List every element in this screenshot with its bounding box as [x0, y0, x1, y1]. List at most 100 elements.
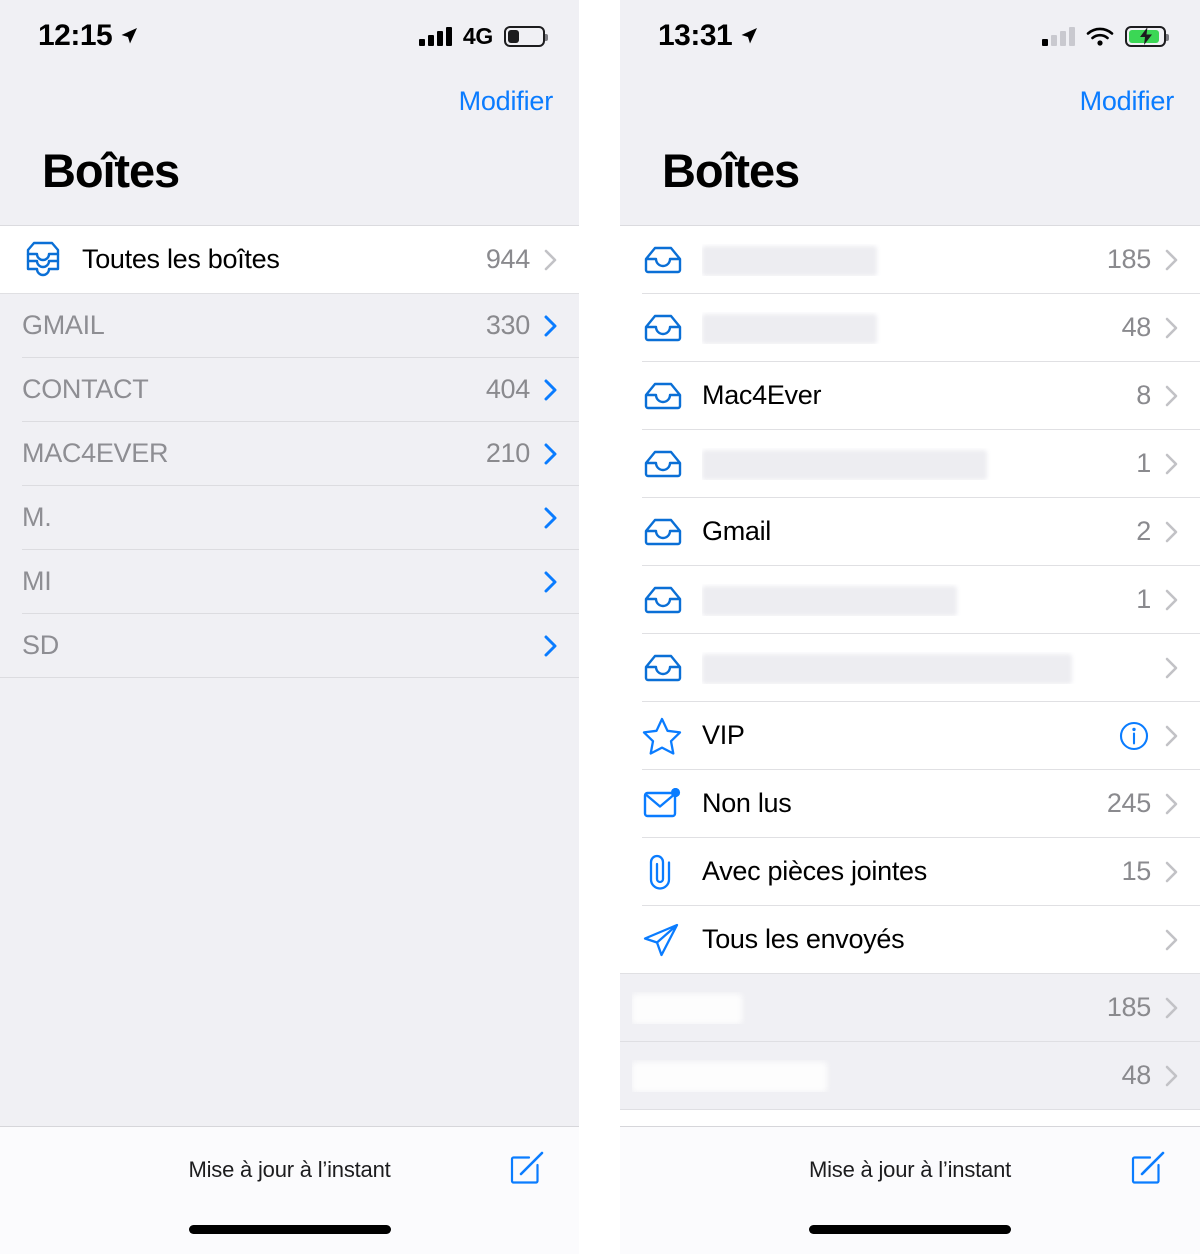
network-type-label: 4G [462, 22, 493, 49]
chevron-right-icon [544, 635, 557, 657]
paper-plane-icon [642, 922, 688, 958]
list-item-label: Avec pièces jointes [702, 856, 927, 887]
star-icon [642, 717, 688, 755]
sync-status-text: Mise à jour à l’instant [188, 1157, 391, 1182]
chevron-right-icon [544, 571, 557, 593]
list-item-m[interactable]: M. [0, 486, 579, 550]
list-item-sent[interactable]: Tous les envoyés [620, 906, 1200, 974]
list-item-label: MI [22, 566, 52, 597]
chevron-right-icon [1165, 997, 1178, 1019]
status-bar-left: 12:15 [38, 19, 139, 53]
edit-button[interactable]: Modifier [1080, 86, 1175, 117]
chevron-right-icon [1165, 725, 1178, 747]
status-time: 13:31 [658, 19, 733, 52]
info-icon[interactable] [1119, 721, 1149, 751]
cellular-signal-icon [1042, 26, 1075, 46]
list-item-label [702, 652, 1151, 684]
chevron-right-icon [544, 443, 557, 465]
list-item-label: Gmail [702, 516, 772, 547]
list-item-count: 1 [1136, 584, 1151, 615]
list-item-account-redacted-1[interactable]: 185 [620, 974, 1200, 1042]
list-item-contact[interactable]: CONTACT 404 [0, 358, 579, 422]
accounts-section: 185 48 [620, 973, 1200, 1110]
chevron-right-icon [544, 379, 557, 401]
chevron-right-icon [1165, 793, 1178, 815]
compose-icon[interactable] [509, 1149, 545, 1185]
list-item-mailbox-redacted-5[interactable] [620, 634, 1200, 702]
list-item-mailbox-redacted-3[interactable]: 1 [620, 430, 1200, 498]
list-item-count: 48 [1121, 312, 1152, 343]
list-item-mac4ever[interactable]: MAC4EVER 210 [0, 422, 579, 486]
chevron-right-icon [1165, 861, 1178, 883]
list-item-label [702, 448, 1136, 480]
status-bar: 12:15 4G [0, 0, 579, 72]
toolbar: Mise à jour à l’instant [0, 1126, 579, 1254]
list-item-vip[interactable]: VIP [620, 702, 1200, 770]
list-item-account-redacted-2[interactable]: 48 [620, 1042, 1200, 1110]
list-item-mailbox-redacted-4[interactable]: 1 [620, 566, 1200, 634]
list-item-count: 330 [485, 310, 530, 341]
list-item-mac4ever[interactable]: Mac4Ever 8 [620, 362, 1200, 430]
list-item-count: 210 [485, 438, 530, 469]
chevron-right-icon [1165, 521, 1178, 543]
list-item-label [632, 1060, 1122, 1092]
inbox-icon [642, 517, 688, 547]
phone-screen-left: 12:15 4G Modifier Boîtes Toutes les boît… [0, 0, 579, 1254]
list-item-count: 245 [1106, 788, 1151, 819]
list-item-mailbox-redacted-2[interactable]: 48 [620, 294, 1200, 362]
nav-actions: Modifier [40, 72, 554, 130]
chevron-right-icon [544, 315, 557, 337]
list-item-sd[interactable]: SD [0, 614, 579, 678]
list-item-label: M. [22, 502, 52, 533]
status-bar: 13:31 [620, 0, 1200, 72]
list-item-count: 185 [1106, 244, 1151, 275]
chevron-right-icon [544, 249, 557, 271]
toolbar: Mise à jour à l’instant [620, 1126, 1200, 1254]
phone-screen-right: 13:31 Modifier Boîtes 185 48 Mac4Ever 8 … [620, 0, 1200, 1254]
edit-button[interactable]: Modifier [459, 86, 554, 117]
list-item-unread[interactable]: Non lus 245 [620, 770, 1200, 838]
mailbox-list: 185 48 Mac4Ever 8 1 Gmail 2 1 VIP Non lu… [620, 225, 1200, 1126]
compose-icon[interactable] [1130, 1149, 1166, 1185]
status-bar-left: 13:31 [658, 19, 759, 53]
inbox-icon [642, 313, 688, 343]
cellular-signal-icon [418, 26, 452, 46]
list-item-count: 2 [1136, 516, 1151, 547]
list-item-gmail[interactable]: Gmail 2 [620, 498, 1200, 566]
status-time: 12:15 [38, 19, 113, 52]
list-item-count: 1 [1136, 448, 1151, 479]
list-item-all-inboxes[interactable]: Toutes les boîtes 944 [0, 225, 579, 294]
home-indicator [188, 1225, 391, 1234]
page-title: Boîtes [662, 144, 800, 197]
list-item-count: 944 [485, 244, 530, 275]
home-indicator [809, 1225, 1011, 1234]
list-item-count: 48 [1121, 1060, 1152, 1091]
dual-screenshot-container: 12:15 4G Modifier Boîtes Toutes les boît… [0, 0, 1200, 1254]
status-bar-right [1042, 25, 1169, 47]
list-item-label [702, 584, 1136, 616]
unread-envelope-icon [642, 787, 688, 820]
list-item-attachments[interactable]: Avec pièces jointes 15 [620, 838, 1200, 906]
navigation-bar: Modifier Boîtes [620, 72, 1200, 225]
list-item-label: Non lus [702, 788, 792, 819]
list-item-gmail[interactable]: GMAIL 330 [0, 294, 579, 358]
nav-actions: Modifier [660, 72, 1175, 130]
list-item-count: 185 [1106, 992, 1151, 1023]
list-item-count: 8 [1136, 380, 1151, 411]
list-item-count: 404 [485, 374, 530, 405]
chevron-right-icon [1165, 249, 1178, 271]
list-item-label: SD [22, 630, 59, 661]
chevron-right-icon [544, 507, 557, 529]
screenshot-gutter [579, 0, 620, 1254]
battery-charging-icon [1125, 25, 1169, 47]
list-item-label: VIP [702, 720, 745, 751]
list-item-mi[interactable]: MI [0, 550, 579, 614]
list-item-label: Toutes les boîtes [82, 244, 280, 275]
inbox-icon [642, 381, 688, 411]
list-item-mailbox-redacted-1[interactable]: 185 [620, 226, 1200, 294]
chevron-right-icon [1165, 929, 1178, 951]
all-inboxes-icon [22, 241, 68, 279]
inbox-icon [642, 585, 688, 615]
list-item-label [702, 312, 1122, 344]
list-item-label: CONTACT [22, 374, 149, 405]
